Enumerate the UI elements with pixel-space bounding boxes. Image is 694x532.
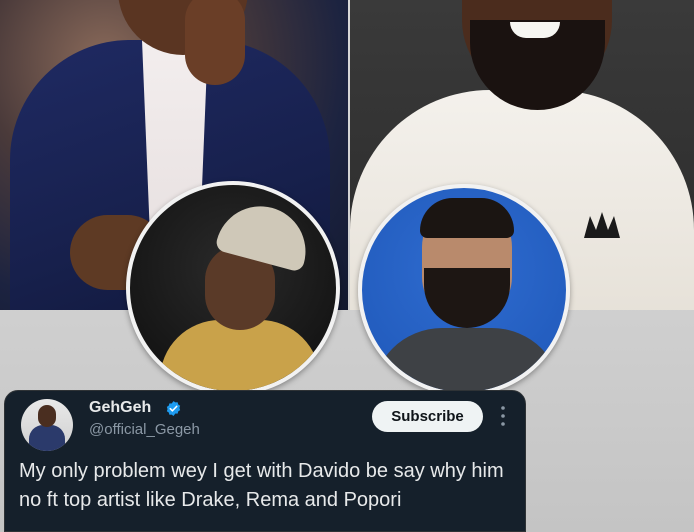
avatar[interactable] (21, 399, 73, 451)
hair (420, 198, 514, 238)
sweater (372, 328, 562, 392)
circular-photo-man-blue-background (358, 184, 570, 396)
tweet-text: My only problem wey I get with Davido be… (19, 460, 504, 511)
tweet-card: GehGeh @official_Gegeh Subscribe My only… (4, 390, 526, 532)
subscribe-button[interactable]: Subscribe (372, 401, 483, 432)
jacket (160, 320, 320, 391)
display-name[interactable]: GehGeh (89, 399, 151, 417)
verified-badge-icon (166, 401, 181, 416)
circular-photo-artist-in-cap (126, 181, 340, 395)
user-handle[interactable]: @official_Gegeh (89, 421, 200, 438)
more-options-icon[interactable] (500, 405, 506, 427)
crown-logo-icon (584, 212, 620, 238)
avatar-head (38, 405, 56, 427)
hand (185, 0, 245, 85)
beard (424, 268, 510, 328)
avatar-body (29, 425, 65, 451)
